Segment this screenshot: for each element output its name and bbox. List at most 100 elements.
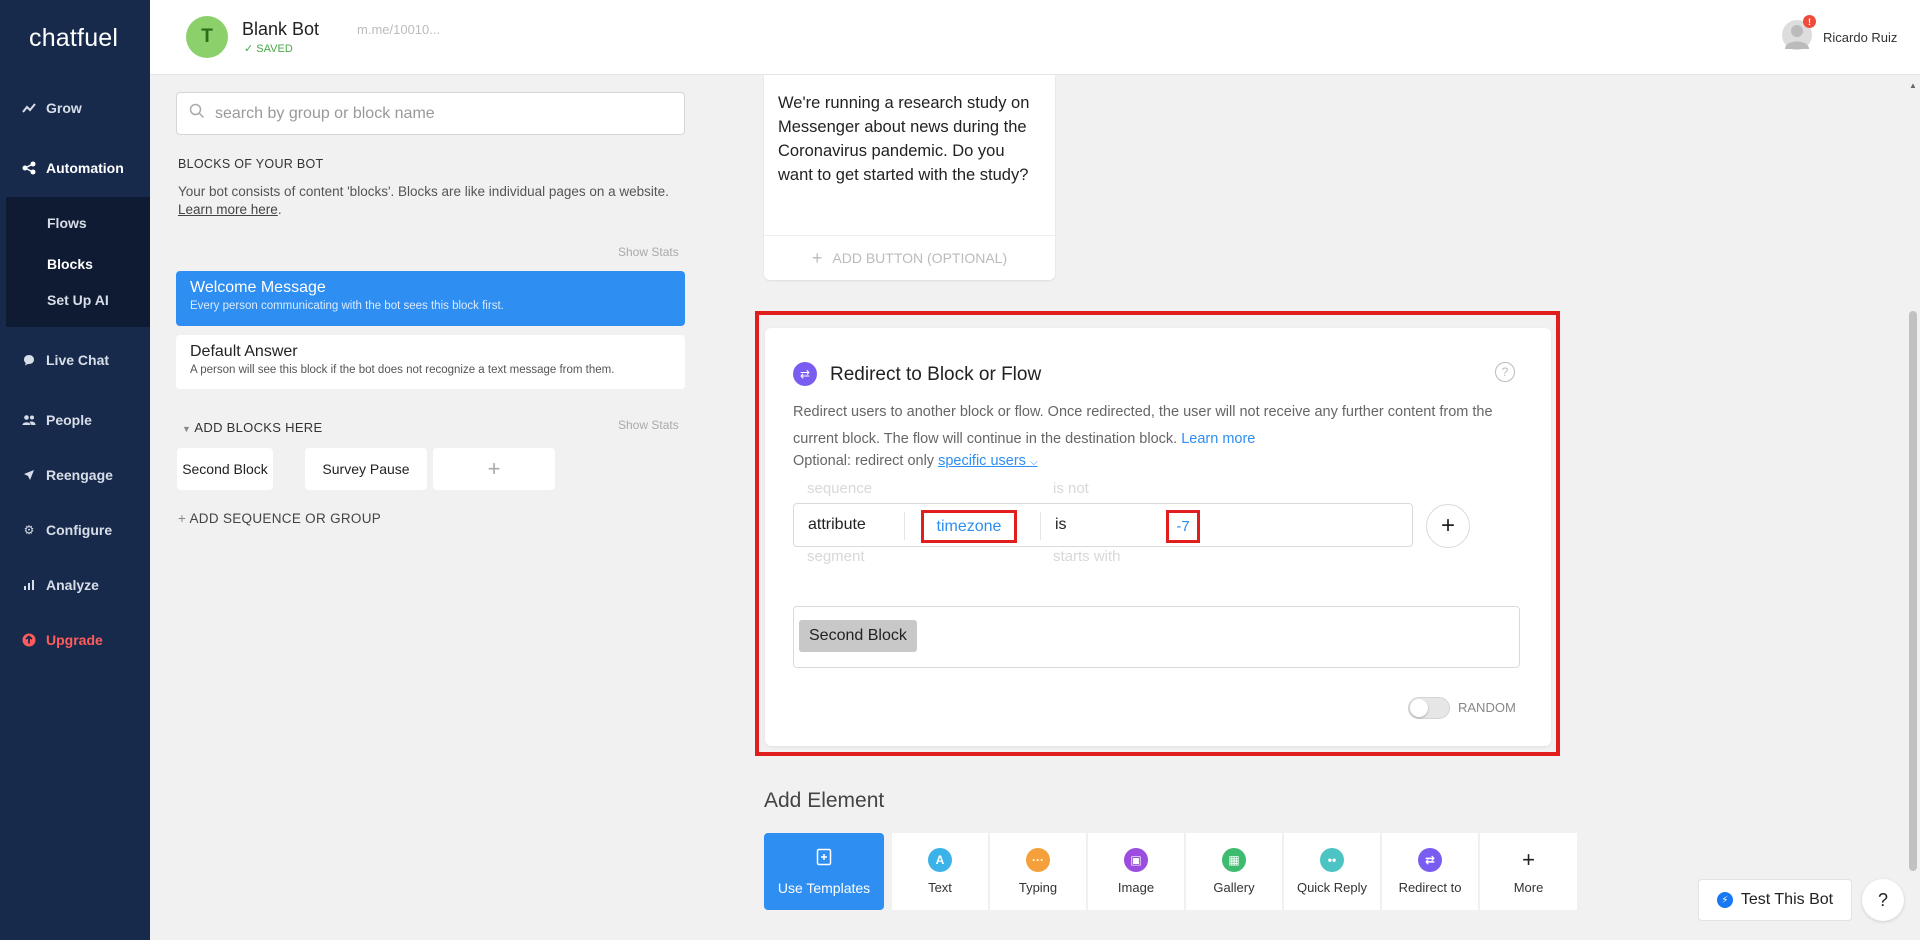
add-blocks-label: ADD BLOCKS HERE bbox=[194, 420, 323, 435]
specific-users-dropdown[interactable]: specific users ⌵ bbox=[938, 453, 1037, 469]
toggle-knob bbox=[1410, 699, 1428, 717]
quick-reply-icon: •• bbox=[1320, 848, 1344, 872]
nav-configure[interactable]: ⚙ Configure bbox=[22, 518, 113, 542]
flow-icon bbox=[22, 161, 36, 175]
redirect-optional: Optional: redirect only specific users ⌵ bbox=[793, 453, 1038, 469]
nav-reengage[interactable]: Reengage bbox=[22, 463, 113, 487]
operator-select[interactable]: is bbox=[1055, 516, 1067, 534]
sub-item-setup-ai[interactable]: Set Up AI bbox=[47, 292, 109, 308]
block-welcome-message[interactable]: Welcome Message Every person communicati… bbox=[176, 271, 685, 326]
nav-grow-label: Grow bbox=[46, 100, 82, 116]
chatfuel-logo[interactable]: chatfuel bbox=[29, 24, 118, 53]
block-desc: Every person communicating with the bot … bbox=[190, 300, 504, 312]
messenger-icon: ⚡ bbox=[1716, 892, 1733, 908]
saved-status: ✓ SAVED bbox=[244, 42, 293, 55]
optional-label: Optional: redirect only bbox=[793, 453, 935, 469]
block-chip-survey-pause[interactable]: Survey Pause bbox=[305, 448, 427, 490]
nav-live-chat[interactable]: Live Chat bbox=[22, 348, 109, 372]
show-stats-link[interactable]: Show Stats bbox=[618, 418, 679, 432]
saved-label: SAVED bbox=[256, 43, 293, 55]
trending-up-icon bbox=[22, 101, 36, 115]
attribute-value-field[interactable]: -7 bbox=[1166, 510, 1200, 543]
help-button[interactable]: ? bbox=[1862, 879, 1904, 921]
learn-more-link[interactable]: Learn more bbox=[1181, 431, 1255, 447]
sub-item-flows[interactable]: Flows bbox=[47, 215, 87, 231]
nav-analyze[interactable]: Analyze bbox=[22, 573, 99, 597]
random-toggle[interactable] bbox=[1408, 697, 1450, 719]
block-chip-second-block[interactable]: Second Block bbox=[177, 448, 273, 490]
nav-people[interactable]: People bbox=[22, 408, 92, 432]
redirect-title: Redirect to Block or Flow bbox=[830, 364, 1042, 385]
blocks-section-title: BLOCKS OF YOUR BOT bbox=[178, 157, 324, 171]
add-block-button[interactable]: + bbox=[433, 448, 555, 490]
nav-people-label: People bbox=[46, 412, 92, 428]
search-input[interactable] bbox=[215, 104, 655, 123]
user-name[interactable]: Ricardo Ruiz bbox=[1823, 30, 1897, 45]
element-label: More bbox=[1513, 880, 1544, 895]
test-this-bot-button[interactable]: ⚡ Test This Bot bbox=[1698, 879, 1852, 921]
help-icon[interactable]: ? bbox=[1495, 362, 1515, 382]
nav-grow[interactable]: Grow bbox=[22, 96, 82, 120]
chat-bubble-icon bbox=[22, 353, 36, 367]
test-this-bot-label: Test This Bot bbox=[1740, 891, 1834, 908]
attribute-name-field[interactable]: timezone bbox=[921, 510, 1017, 543]
notification-badge[interactable]: ! bbox=[1803, 15, 1816, 28]
blocks-description-text: Your bot consists of content 'blocks'. B… bbox=[178, 184, 669, 199]
redirect-icon: ⇄ bbox=[1418, 848, 1442, 872]
element-quick-reply[interactable]: •• Quick Reply bbox=[1284, 833, 1381, 910]
add-button-label: ADD BUTTON (OPTIONAL) bbox=[832, 250, 1008, 266]
bar-chart-icon bbox=[22, 578, 36, 592]
specific-users-label: specific users bbox=[938, 453, 1026, 469]
gallery-icon: ▦ bbox=[1222, 848, 1246, 872]
block-editor: We're running a research study on Messen… bbox=[700, 75, 1920, 940]
nav-automation[interactable]: Automation bbox=[22, 156, 124, 180]
caret-down-icon: ▼ bbox=[182, 424, 192, 434]
show-stats-link[interactable]: Show Stats bbox=[618, 245, 679, 259]
scrollbar[interactable]: ▲ bbox=[1906, 75, 1920, 940]
add-sequence-or-group[interactable]: + ADD SEQUENCE OR GROUP bbox=[178, 511, 381, 526]
target-block-chip[interactable]: Second Block bbox=[799, 620, 917, 652]
ghost-option-sequence: sequence bbox=[807, 480, 873, 497]
add-button-optional[interactable]: + ADD BUTTON (OPTIONAL) bbox=[764, 235, 1055, 280]
bot-link[interactable]: m.me/10010... bbox=[357, 22, 440, 37]
scroll-thumb[interactable] bbox=[1909, 311, 1917, 871]
add-rule-button[interactable]: + bbox=[1426, 504, 1470, 548]
redirect-description-text: Redirect users to another block or flow.… bbox=[793, 404, 1493, 447]
typing-icon: ··· bbox=[1026, 848, 1050, 872]
blocks-description: Your bot consists of content 'blocks'. B… bbox=[178, 184, 669, 217]
element-image[interactable]: ▣ Image bbox=[1088, 833, 1185, 910]
template-icon bbox=[816, 848, 832, 871]
nav-upgrade-label: Upgrade bbox=[46, 632, 103, 648]
element-label: Quick Reply bbox=[1296, 880, 1368, 895]
add-element-bar: Use Templates A Text ··· Typing ▣ Image … bbox=[764, 833, 1579, 910]
use-templates-button[interactable]: Use Templates bbox=[764, 833, 884, 910]
bot-name[interactable]: Blank Bot bbox=[242, 19, 319, 40]
search-icon bbox=[189, 103, 209, 124]
text-card-body[interactable]: We're running a research study on Messen… bbox=[778, 91, 1043, 187]
redirect-icon: ⇄ bbox=[793, 362, 817, 386]
gear-icon: ⚙ bbox=[23, 523, 35, 537]
element-label: Typing bbox=[1018, 880, 1058, 895]
filter-type-select[interactable]: attribute bbox=[808, 516, 866, 534]
element-label: Image bbox=[1117, 880, 1155, 895]
element-typing[interactable]: ··· Typing bbox=[990, 833, 1087, 910]
element-gallery[interactable]: ▦ Gallery bbox=[1186, 833, 1283, 910]
plus-icon: + bbox=[1516, 847, 1541, 872]
plus-icon: + bbox=[811, 247, 823, 268]
element-redirect-to[interactable]: ⇄ Redirect to bbox=[1382, 833, 1479, 910]
scroll-up-icon[interactable]: ▲ bbox=[1909, 81, 1917, 90]
top-header: T Blank Bot ✓ SAVED m.me/10010... ! Rica… bbox=[150, 0, 1920, 75]
block-default-answer[interactable]: Default Answer A person will see this bl… bbox=[176, 335, 685, 389]
learn-more-link[interactable]: Learn more here bbox=[178, 202, 278, 217]
element-label: Gallery bbox=[1213, 880, 1255, 895]
element-text[interactable]: A Text bbox=[892, 833, 989, 910]
sub-item-blocks[interactable]: Blocks bbox=[47, 256, 93, 272]
nav-upgrade[interactable]: Upgrade bbox=[22, 628, 103, 652]
redirect-card: ⇄ Redirect to Block or Flow ? Redirect u… bbox=[765, 328, 1551, 746]
element-more[interactable]: + More bbox=[1480, 833, 1577, 910]
nav-live-chat-label: Live Chat bbox=[46, 352, 110, 368]
bot-avatar[interactable]: T bbox=[186, 16, 228, 58]
add-blocks-title[interactable]: ▼ ADD BLOCKS HERE bbox=[182, 420, 322, 435]
target-block-field[interactable]: Second Block bbox=[793, 606, 1520, 668]
use-templates-label: Use Templates bbox=[777, 879, 871, 896]
